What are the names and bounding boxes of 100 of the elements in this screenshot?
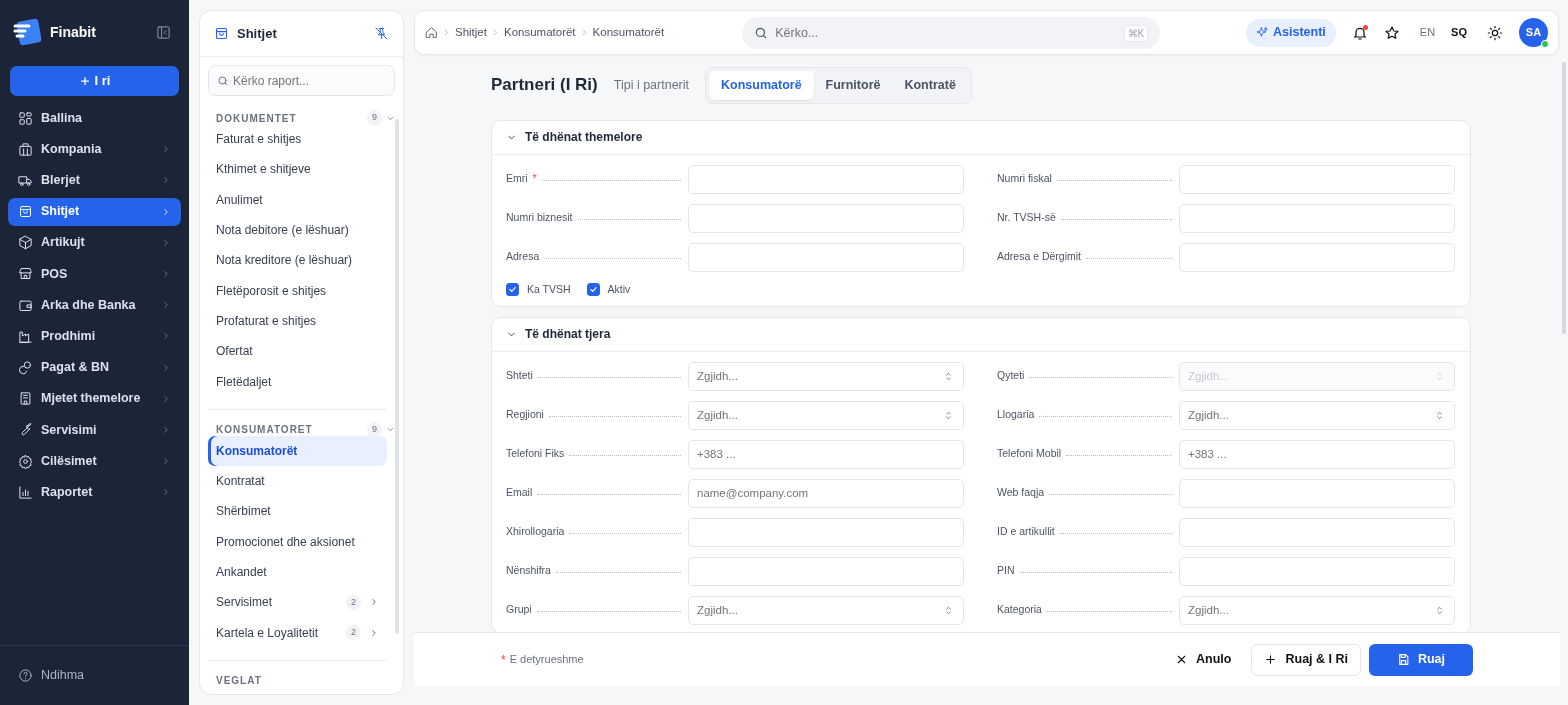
updown-icon bbox=[943, 370, 954, 382]
required-mark: * bbox=[532, 171, 537, 187]
panel-item[interactable]: Kontratat bbox=[208, 465, 387, 497]
panel-item[interactable]: Profaturat e shitjes bbox=[208, 305, 387, 337]
updown-icon bbox=[1434, 409, 1445, 421]
plus-icon bbox=[1264, 653, 1278, 666]
search-field[interactable]: Kërko raport... bbox=[208, 65, 395, 96]
unpin-icon[interactable] bbox=[374, 26, 389, 41]
breadcrumb-link[interactable]: Konsumatorët bbox=[503, 23, 576, 42]
field-label: Telefoni Mobil bbox=[997, 446, 1062, 462]
field-label: Regjioni bbox=[506, 407, 544, 423]
field-label: Llogaria bbox=[997, 407, 1035, 423]
sidebar-item[interactable]: Ballina bbox=[8, 104, 181, 132]
field-label: Xhirollogaria bbox=[506, 524, 565, 540]
help-icon bbox=[18, 668, 33, 683]
panel-item[interactable]: Nota kreditore (e lëshuar) bbox=[208, 245, 387, 276]
count-badge: 9 bbox=[367, 110, 382, 126]
sidebar-item[interactable]: Kompania bbox=[8, 135, 181, 164]
save-and-new-button[interactable]: Ruaj & I Ri bbox=[1251, 643, 1361, 676]
panel-item[interactable]: Nota debitore (e lëshuar) bbox=[208, 214, 387, 246]
sidebar-item[interactable]: Servisimi bbox=[8, 415, 181, 444]
star-icon[interactable] bbox=[1383, 24, 1400, 41]
panel-item[interactable]: Ofertat bbox=[208, 336, 387, 367]
input-field[interactable] bbox=[1179, 242, 1455, 272]
updown-icon bbox=[943, 604, 954, 616]
theme-icon[interactable] bbox=[1487, 24, 1503, 41]
panel-item[interactable]: Konsumatorët bbox=[208, 435, 387, 466]
input-field[interactable] bbox=[688, 517, 964, 547]
new-button[interactable]: I ri bbox=[10, 66, 179, 96]
select-field[interactable]: Zgjidh... bbox=[688, 400, 964, 430]
input-field[interactable] bbox=[1179, 478, 1455, 508]
select-field[interactable]: Zgjidh... bbox=[688, 595, 964, 625]
panel-item[interactable]: Fletëdaljet bbox=[208, 366, 387, 397]
save-button[interactable]: Ruaj bbox=[1369, 643, 1473, 676]
field-label: Tipi i partnerit bbox=[613, 77, 689, 94]
panel-item[interactable]: Fletëporosit e shitjes bbox=[208, 275, 387, 306]
sidebar-item[interactable]: Artikujt bbox=[8, 228, 181, 257]
sidebar-item[interactable]: Arka dhe Banka bbox=[8, 291, 181, 320]
user-avatar[interactable]: SA bbox=[1519, 18, 1548, 47]
sidebar-item[interactable]: Mjetet themelore bbox=[8, 384, 181, 413]
breadcrumb-link[interactable]: Shitjet bbox=[455, 23, 487, 42]
sidebar-item[interactable]: Raportet bbox=[8, 478, 181, 507]
select-field[interactable]: Zgjidh... bbox=[1179, 400, 1455, 430]
help-link[interactable]: Ndihma bbox=[0, 645, 189, 705]
panel-item[interactable]: Promocionet dhe aksionet bbox=[208, 526, 387, 557]
count-badge: 9 bbox=[367, 421, 382, 438]
field-label: Nr. TVSH-së bbox=[997, 210, 1056, 226]
updown-icon bbox=[1434, 604, 1445, 616]
chevron-icon bbox=[369, 597, 379, 608]
input-field[interactable] bbox=[1179, 203, 1455, 233]
input-field[interactable]: +383 ... bbox=[688, 439, 964, 469]
panel-item[interactable]: Servisimet 2 bbox=[208, 587, 387, 618]
sidebar-item[interactable]: Shitjet bbox=[8, 197, 181, 226]
panel-item[interactable]: Faturat e shitjes bbox=[208, 124, 387, 155]
input-field[interactable]: name@company.com bbox=[688, 478, 964, 508]
select-field[interactable]: Zgjidh... bbox=[688, 361, 964, 391]
office-icon bbox=[18, 391, 33, 407]
page-title: Partneri (I Ri) bbox=[491, 75, 598, 96]
factory-icon bbox=[18, 328, 33, 344]
field-label: Shteti bbox=[506, 368, 533, 384]
type-tab[interactable]: Kontratë bbox=[892, 71, 968, 100]
field-label: Web faqja bbox=[997, 485, 1045, 501]
assistant-button[interactable]: Asistenti bbox=[1246, 18, 1336, 47]
checkbox-label: Aktiv bbox=[607, 281, 631, 297]
field-label: Adresa e Dërgimit bbox=[997, 249, 1082, 265]
input-field[interactable]: +383 ... bbox=[1179, 439, 1455, 469]
home-icon[interactable] bbox=[425, 26, 438, 39]
cancel-button[interactable]: Anulo bbox=[1163, 643, 1244, 676]
breadcrumb-link[interactable]: Konsumatorët bbox=[592, 23, 665, 42]
sidebar-item[interactable]: Cilësimet bbox=[8, 447, 181, 476]
panel-item[interactable]: Shërbimet bbox=[208, 496, 387, 527]
wallet-icon bbox=[18, 297, 33, 313]
input-field[interactable] bbox=[688, 164, 964, 194]
input-field[interactable] bbox=[1179, 556, 1455, 586]
language-button[interactable]: SQ bbox=[1447, 24, 1471, 41]
input-field[interactable] bbox=[1179, 164, 1455, 194]
panel-item[interactable]: Ankandet bbox=[208, 556, 387, 588]
panel-item[interactable]: Kthimet e shitjeve bbox=[208, 154, 387, 185]
input-field[interactable] bbox=[1179, 517, 1455, 547]
panel-item[interactable]: Kartela e Loyalitetit 2 bbox=[208, 617, 387, 648]
section-title: Të dhënat themelore bbox=[525, 129, 643, 147]
type-tab[interactable]: Furnitorë bbox=[813, 71, 893, 100]
panel-title: Shitjet bbox=[237, 24, 277, 43]
section-heading: DOKUMENTET bbox=[216, 111, 298, 126]
sidebar-item[interactable]: Prodhimi bbox=[8, 322, 181, 351]
collapse-sidebar-icon[interactable] bbox=[156, 24, 171, 40]
panel-item[interactable]: Anulimet bbox=[208, 184, 387, 215]
checkbox[interactable] bbox=[506, 283, 519, 297]
brand-name: Finabit bbox=[50, 22, 96, 42]
input-field[interactable] bbox=[688, 242, 964, 272]
sidebar-item[interactable]: Blerjet bbox=[8, 166, 181, 195]
input-field[interactable] bbox=[688, 203, 964, 233]
select-field[interactable]: Zgjidh... bbox=[1179, 595, 1455, 625]
language-button[interactable]: EN bbox=[1415, 24, 1440, 41]
checkbox[interactable] bbox=[586, 283, 600, 297]
sidebar-item[interactable]: Pagat & BN bbox=[8, 353, 181, 382]
sidebar-item[interactable]: POS bbox=[8, 259, 181, 288]
search-icon bbox=[217, 74, 229, 87]
type-tab[interactable]: Konsumatorë bbox=[709, 71, 814, 100]
input-field[interactable] bbox=[688, 556, 964, 586]
